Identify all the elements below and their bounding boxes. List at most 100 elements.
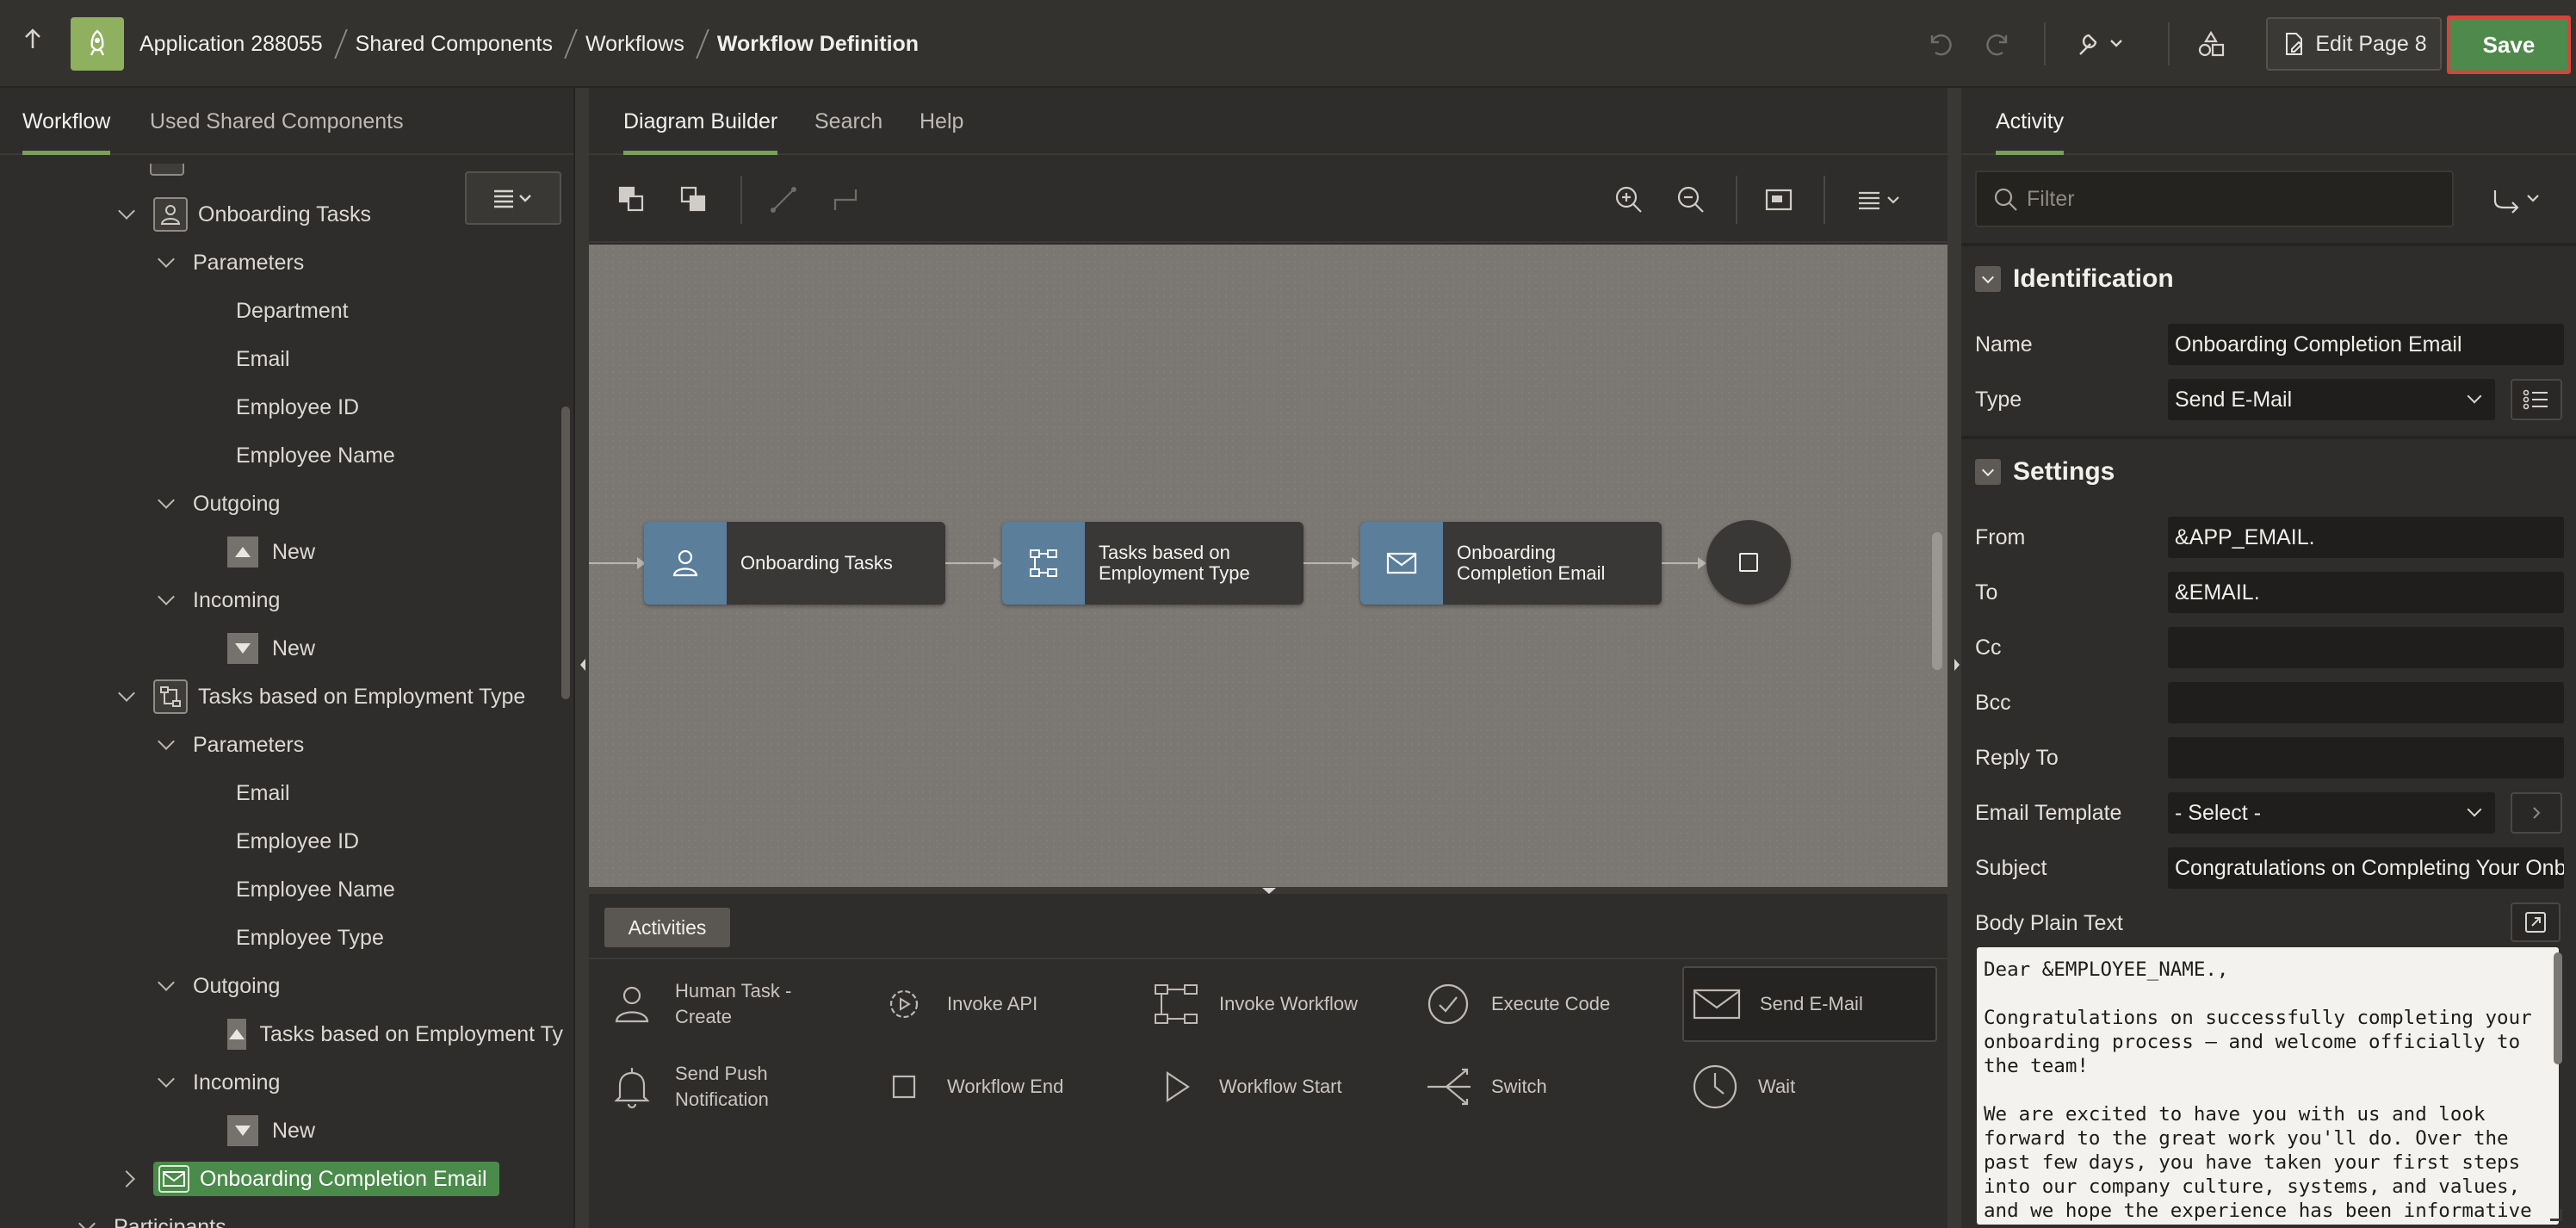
- tree-scrollbar[interactable]: [561, 406, 570, 699]
- tab-activity[interactable]: Activity: [1996, 88, 2065, 155]
- straight-connector-icon[interactable]: [766, 183, 801, 217]
- palette-send-email[interactable]: Send E-Mail: [1682, 966, 1937, 1042]
- diagram-node-onboarding-tasks[interactable]: Onboarding Tasks: [644, 522, 945, 605]
- tree-node-onboarding-tasks[interactable]: Onboarding Tasks: [118, 190, 371, 239]
- type-list-button[interactable]: [2511, 379, 2562, 420]
- go-to-group-button[interactable]: [2480, 179, 2557, 219]
- up-arrow-icon[interactable]: [15, 26, 50, 60]
- chevron-right-icon[interactable]: [118, 1170, 135, 1188]
- tree-node-parameters[interactable]: Parameters: [158, 721, 304, 769]
- redo-icon[interactable]: [1977, 22, 2022, 65]
- email-template-select[interactable]: - Select -: [2168, 792, 2495, 834]
- connector-arrow[interactable]: [589, 557, 646, 569]
- section-settings[interactable]: Settings: [1961, 436, 2576, 505]
- tree-node-parameter[interactable]: Email: [236, 769, 290, 817]
- tree-node-connection[interactable]: Tasks based on Employment Ty: [227, 1010, 563, 1058]
- tree-node-tasks-based-on-employment-type[interactable]: Tasks based on Employment Type: [118, 673, 525, 721]
- tree-node-parameters[interactable]: Parameters: [158, 239, 304, 287]
- edit-page-button[interactable]: Edit Page 8: [2266, 17, 2442, 71]
- chevron-down-icon[interactable]: [78, 1215, 96, 1228]
- tree-node-parameter[interactable]: Email: [236, 335, 290, 383]
- body-plain-text-editor[interactable]: Dear &EMPLOYEE_NAME., Congratulations on…: [1977, 947, 2559, 1225]
- tree-node-parameter[interactable]: Employee Name: [236, 431, 395, 480]
- palette-human-task-create[interactable]: Human Task - Create: [606, 966, 864, 1042]
- cc-field[interactable]: [2168, 627, 2564, 668]
- tab-activities[interactable]: Activities: [604, 908, 730, 947]
- elbow-connector-icon[interactable]: [828, 183, 863, 217]
- save-button[interactable]: Save: [2447, 16, 2571, 74]
- filter-input[interactable]: Filter: [1975, 171, 2454, 227]
- palette-invoke-api[interactable]: Invoke API: [878, 966, 1136, 1042]
- palette-workflow-start[interactable]: Workflow Start: [1150, 1049, 1409, 1125]
- workflow-end-node[interactable]: [1706, 520, 1791, 605]
- reply-to-field[interactable]: [2168, 737, 2564, 778]
- tree-node-parameter[interactable]: Employee ID: [236, 817, 359, 865]
- name-field[interactable]: Onboarding Completion Email: [2168, 324, 2564, 365]
- palette-switch[interactable]: Switch: [1422, 1049, 1681, 1125]
- left-splitter[interactable]: [575, 88, 589, 1228]
- body-scrollbar[interactable]: [2554, 952, 2562, 1064]
- tree-node-connection[interactable]: New: [227, 1107, 315, 1155]
- breadcrumb-workflows[interactable]: Workflows: [585, 32, 684, 57]
- tree-node-parameter[interactable]: Employee Type: [236, 914, 384, 962]
- breadcrumb-shared-components[interactable]: Shared Components: [356, 32, 553, 57]
- tree-node-connection[interactable]: New: [227, 624, 315, 673]
- tab-help[interactable]: Help: [920, 88, 963, 155]
- palette-send-push-notification[interactable]: Send Push Notification: [606, 1049, 864, 1125]
- tab-used-shared-components[interactable]: Used Shared Components: [150, 88, 404, 155]
- diagram-node-onboarding-completion-email[interactable]: Onboarding Completion Email: [1360, 522, 1662, 605]
- diagram-menu-icon[interactable]: [1851, 183, 1911, 217]
- chevron-down-icon[interactable]: [158, 974, 175, 991]
- bring-to-front-icon[interactable]: [615, 183, 649, 217]
- tab-diagram-builder[interactable]: Diagram Builder: [623, 88, 778, 155]
- to-field[interactable]: &EMAIL.: [2168, 572, 2564, 613]
- resize-grip-icon[interactable]: [2550, 1209, 2562, 1221]
- tree-node-participants[interactable]: Participants: [78, 1203, 226, 1228]
- diagram-canvas[interactable]: Onboarding Tasks Tasks based on Employme…: [589, 245, 1947, 887]
- tree-node-parameter[interactable]: Employee ID: [236, 383, 359, 431]
- app-logo-icon[interactable]: [71, 17, 124, 71]
- palette-wait[interactable]: Wait: [1689, 1049, 1937, 1125]
- shared-components-icon[interactable]: [2187, 22, 2235, 65]
- utilities-menu-button[interactable]: [2066, 22, 2135, 65]
- connector-arrow[interactable]: [945, 557, 1002, 569]
- chevron-down-icon[interactable]: [158, 1070, 175, 1088]
- tree-node-parameter[interactable]: Employee Name: [236, 865, 395, 914]
- fit-to-screen-icon[interactable]: [1762, 183, 1796, 217]
- breadcrumb-application[interactable]: Application 288055: [139, 32, 323, 57]
- chevron-down-icon[interactable]: [158, 733, 175, 750]
- tree-node-onboarding-completion-email[interactable]: Onboarding Completion Email: [118, 1155, 499, 1203]
- tree-node-outgoing[interactable]: Outgoing: [158, 962, 280, 1010]
- zoom-out-icon[interactable]: [1674, 183, 1708, 217]
- section-identification[interactable]: Identification: [1961, 243, 2576, 312]
- canvas-vertical-scrollbar[interactable]: [1932, 532, 1942, 670]
- selected-tree-node[interactable]: Onboarding Completion Email: [153, 1162, 499, 1196]
- palette-workflow-end[interactable]: Workflow End: [878, 1049, 1136, 1125]
- palette-splitter[interactable]: [589, 887, 1947, 894]
- palette-invoke-workflow[interactable]: Invoke Workflow: [1150, 966, 1409, 1042]
- tree-node-incoming[interactable]: Incoming: [158, 576, 280, 624]
- tree-menu-button[interactable]: [465, 171, 561, 225]
- undo-icon[interactable]: [1917, 22, 1961, 65]
- chevron-down-icon[interactable]: [1975, 459, 2001, 485]
- tree-node-incoming[interactable]: Incoming: [158, 1058, 280, 1107]
- send-to-back-icon[interactable]: [677, 183, 711, 217]
- chevron-down-icon[interactable]: [118, 685, 135, 702]
- palette-execute-code[interactable]: Execute Code: [1422, 966, 1681, 1042]
- diagram-node-tasks-based-on-employment-type[interactable]: Tasks based on Employment Type: [1002, 522, 1303, 605]
- from-field[interactable]: &APP_EMAIL.: [2168, 517, 2564, 558]
- connector-arrow[interactable]: [1303, 557, 1360, 569]
- tab-search[interactable]: Search: [814, 88, 882, 155]
- connector-arrow[interactable]: [1662, 557, 1706, 569]
- bcc-field[interactable]: [2168, 682, 2564, 723]
- chevron-down-icon[interactable]: [1975, 266, 2001, 292]
- expand-editor-button[interactable]: [2511, 902, 2561, 942]
- type-select[interactable]: Send E-Mail: [2168, 379, 2495, 420]
- chevron-down-icon[interactable]: [158, 588, 175, 605]
- tree-node-outgoing[interactable]: Outgoing: [158, 480, 280, 528]
- chevron-down-icon[interactable]: [158, 492, 175, 509]
- right-splitter[interactable]: [1947, 88, 1961, 1228]
- chevron-down-icon[interactable]: [118, 202, 135, 220]
- zoom-in-icon[interactable]: [1612, 183, 1646, 217]
- tab-workflow[interactable]: Workflow: [22, 88, 111, 155]
